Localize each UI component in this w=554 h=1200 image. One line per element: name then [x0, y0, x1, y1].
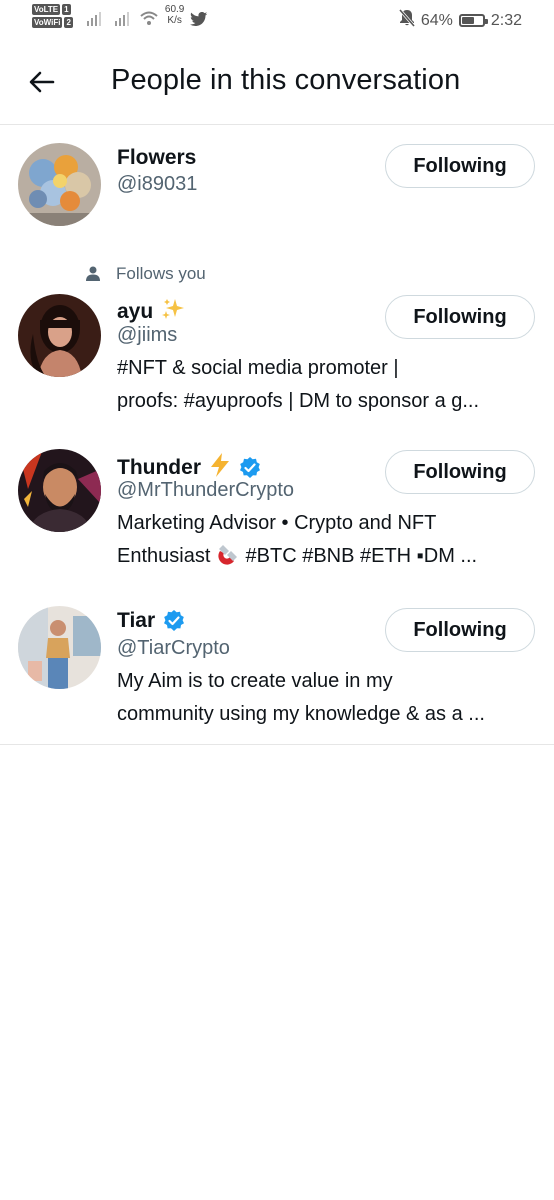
user-bio: #NFT & social media promoter | proofs: #…: [117, 357, 480, 412]
vowifi-badge: VoWiFi: [32, 17, 63, 28]
following-button[interactable]: Following: [385, 144, 535, 188]
user-handle: @MrThunderCrypto: [117, 479, 295, 501]
mute-bell-icon: [398, 9, 415, 32]
avatar-flowers[interactable]: [18, 143, 101, 226]
page-title: People in this conversation: [111, 64, 461, 96]
vowifi-slot: 2: [64, 17, 73, 28]
person-icon: [86, 266, 100, 281]
signal-1-icon: [86, 10, 101, 26]
following-button[interactable]: Following: [385, 608, 535, 652]
arrow-left-icon[interactable]: [26, 66, 58, 98]
volte-slot: 1: [62, 4, 71, 15]
user-name: Tiar: [117, 609, 185, 633]
sparkles-icon: [161, 297, 185, 327]
magnet-icon: [216, 542, 240, 577]
verified-badge-icon: [163, 610, 185, 632]
following-button[interactable]: Following: [385, 450, 535, 494]
user-name: Flowers: [117, 146, 197, 169]
clock: 2:32: [490, 11, 522, 29]
twitter-bird-icon: [190, 12, 208, 32]
avatar-tiar[interactable]: [18, 606, 101, 689]
following-button[interactable]: Following: [385, 295, 535, 339]
avatar-thunder[interactable]: [18, 449, 101, 532]
user-name: ayu: [117, 297, 185, 327]
volte-badge: VoLTE: [32, 4, 61, 15]
battery-icon: [458, 14, 488, 27]
signal-2-icon: [114, 10, 129, 26]
avatar-ayu[interactable]: [18, 294, 101, 377]
wifi-icon: [139, 10, 159, 31]
user-handle: @TiarCrypto: [117, 637, 230, 659]
list-divider: [0, 744, 554, 745]
app-header: People in this conversation: [0, 40, 554, 125]
network-speed: 60.9 K/s: [164, 4, 185, 26]
verified-badge-icon: [239, 457, 261, 479]
status-bar: VoLTE 1 VoWiFi 2 60.9 K/s 64% 2:32: [0, 0, 554, 40]
user-bio: Marketing Advisor • Crypto and NFT Enthu…: [117, 507, 542, 577]
user-handle: @i89031: [117, 173, 198, 195]
user-handle: @jiims: [117, 324, 178, 346]
follows-you-label: Follows you: [86, 264, 206, 284]
user-bio: My Aim is to create value in my communit…: [117, 670, 485, 725]
battery-percent: 64%: [420, 11, 453, 29]
